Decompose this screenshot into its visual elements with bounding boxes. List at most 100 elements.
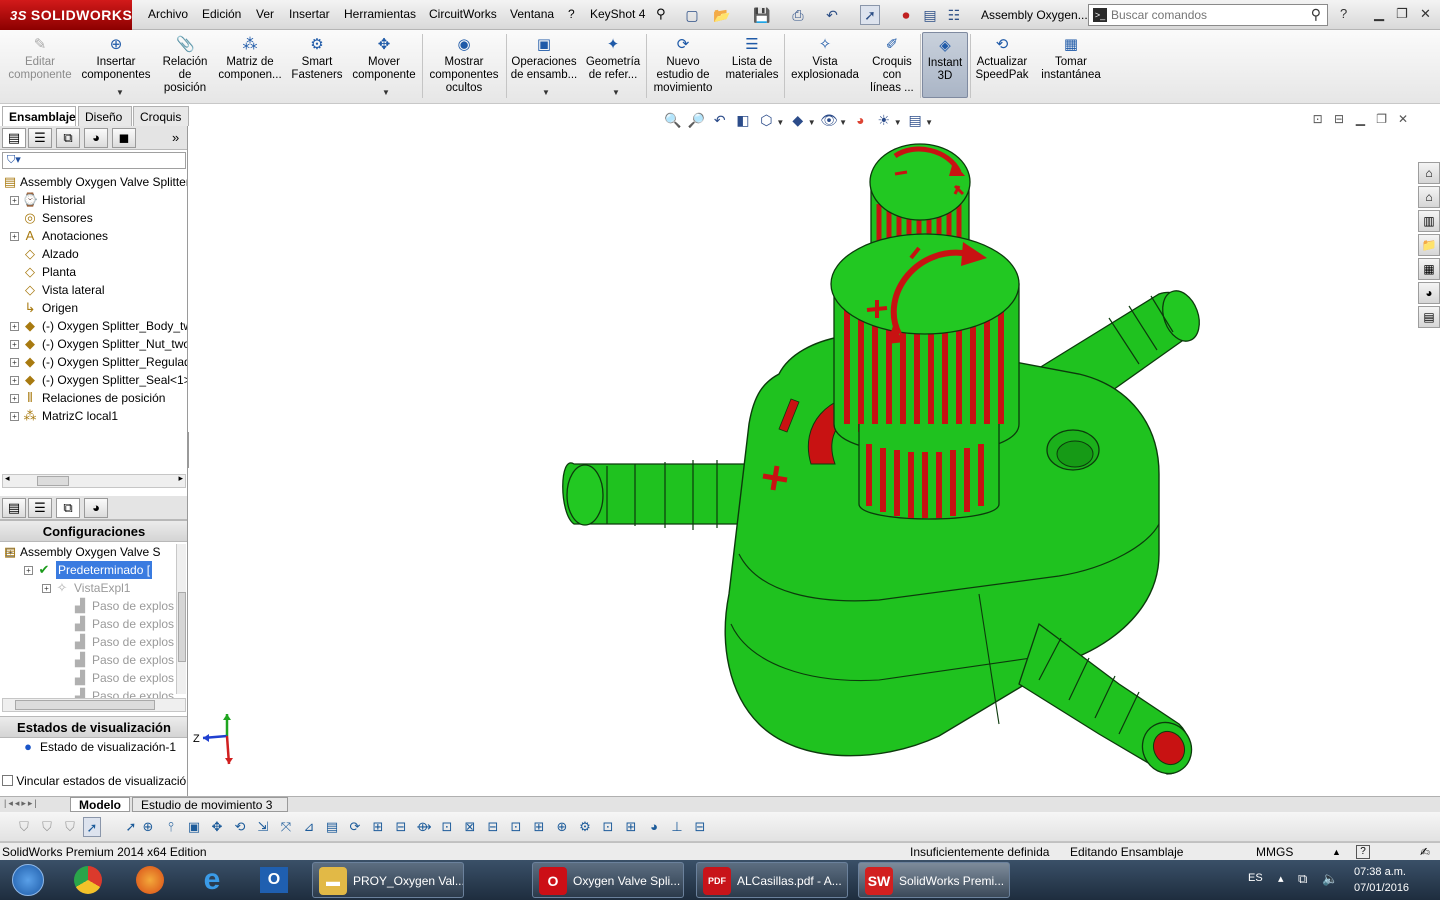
menu-item[interactable]: ? [568, 7, 575, 21]
filter-vertices-icon[interactable]: ⛉ [60, 817, 80, 837]
tray-expand-icon[interactable]: ▴ [1278, 872, 1284, 885]
select-filter-icon[interactable]: ⛉ [14, 817, 34, 837]
minimize-window-icon[interactable]: ▁ [1374, 6, 1384, 22]
config-hscroll-thumb[interactable] [15, 700, 155, 710]
config-horizontal-scrollbar[interactable] [2, 698, 186, 712]
command-move-component-button[interactable]: ✥ Mover componente [348, 36, 420, 82]
tree-item[interactable]: + ⁂ MatrizC local1 [0, 407, 187, 425]
command-speedpak-button[interactable]: ⟲ Actualizar SpeedPak [970, 36, 1034, 82]
mate-ref-icon[interactable]: ⊕ [138, 817, 158, 837]
configuration-manager-tab-icon[interactable]: ⧉ [56, 498, 80, 518]
view-palette-icon[interactable]: ▦ [1418, 258, 1440, 280]
taskbar-item[interactable]: PDF ALCasillas.pdf - A... [696, 862, 848, 898]
rebuild-icon[interactable]: ⏺ [896, 5, 916, 25]
tree-item[interactable]: + ▤ Assembly Oxygen Valve S [0, 543, 187, 561]
tree-item[interactable]: ◎ Sensores [0, 209, 187, 227]
taskbar-item[interactable]: SW SolidWorks Premi... [858, 862, 1010, 898]
tab-ensamblaje[interactable]: Ensamblaje [2, 106, 76, 126]
feature-tree-filter[interactable]: ⛉▾ [2, 152, 186, 169]
tree-item[interactable]: + ✧ VistaExpl1 [0, 579, 187, 597]
command-bom-button[interactable]: ☰ Lista de materiales [722, 36, 782, 82]
restore-window-icon[interactable]: ❐ [1396, 6, 1408, 22]
close-window-icon[interactable]: ✕ [1420, 6, 1431, 22]
mass-properties-icon[interactable]: ▤ [322, 817, 342, 837]
tree-item[interactable]: ↳ Origen [0, 299, 187, 317]
tree-item[interactable]: ▟ Paso de explos [0, 651, 187, 669]
save-icon[interactable]: 💾 [752, 5, 772, 25]
menu-item[interactable]: Archivo [148, 7, 188, 21]
tree-item[interactable]: ▤ Assembly Oxygen Valve Splitter [0, 173, 187, 191]
tree-item[interactable]: ▟ Paso de explos [0, 633, 187, 651]
network-icon[interactable]: ⧉ [1298, 871, 1307, 887]
tree-item[interactable]: + A Anotaciones [0, 227, 187, 245]
menu-item[interactable]: Insertar [289, 7, 330, 21]
rebuild-icon[interactable]: ⟳ [345, 817, 365, 837]
config-scroll-thumb[interactable] [178, 592, 186, 662]
internet-explorer-icon[interactable]: e [186, 862, 238, 898]
command-assembly-features-button[interactable]: ▣ Operaciones de ensamb... [508, 36, 580, 82]
dropdown-arrow-icon[interactable]: ▼ [612, 88, 620, 97]
graphics-area[interactable]: 🔍 🔎 ↶ ◧ ⬡ ▼ ◆ ▼ 👁▼ ◕ ☀ ▼ ▤ ▼ ⊡ ⊟ ▁ ❐ ✕ Z [189, 104, 1418, 796]
rotate-icon[interactable]: ⟲ [230, 817, 250, 837]
command-insert-components-button[interactable]: ⊕ Insertar componentes [80, 36, 152, 82]
doc-restore-icon[interactable]: ❐ [1373, 112, 1391, 126]
bottom-tab-1[interactable]: Estudio de movimiento 3 [132, 797, 288, 812]
expand-toggle-icon[interactable]: + [10, 358, 19, 367]
dropdown-arrow-icon[interactable]: ▼ [382, 88, 390, 97]
link-display-states-option[interactable]: Vincular estados de visualización [2, 774, 187, 788]
language-indicator[interactable]: ES [1248, 872, 1263, 884]
display-state-item[interactable]: ● Estado de visualización-1 [0, 738, 187, 756]
property-manager-tab-icon[interactable]: ☰ [28, 498, 52, 518]
feature-manager-tab-icon[interactable]: ▤ [2, 498, 26, 518]
status-pen-icon[interactable]: ✍ [1420, 843, 1430, 861]
scroll-right-icon[interactable]: ▸ [178, 473, 183, 484]
pin-menu-icon[interactable]: ⚲ [656, 6, 666, 22]
expand-toggle-icon[interactable]: + [10, 412, 19, 421]
valve-splitter-model[interactable] [359, 124, 1259, 794]
clearance-icon[interactable]: ⤧ [276, 817, 296, 837]
expand-toggle-icon[interactable]: + [10, 322, 19, 331]
config-vertical-scrollbar[interactable] [176, 544, 186, 694]
file-explorer-icon[interactable]: 📁 [1418, 234, 1440, 256]
mirror-icon[interactable]: ⊟ [483, 817, 503, 837]
move-icon[interactable]: ✥ [207, 817, 227, 837]
home-icon[interactable]: ⌂ [1418, 186, 1440, 208]
show-icon[interactable]: ⊞ [621, 817, 641, 837]
search-input[interactable] [1111, 7, 1301, 23]
solidworks-resources-icon[interactable]: ⌂ [1418, 162, 1440, 184]
appearances-icon[interactable]: ◕ [1418, 282, 1440, 304]
tree-item[interactable]: + ◆ (-) Oxygen Splitter_Seal<1> [0, 371, 187, 389]
expand-tabs-icon[interactable]: » [172, 130, 179, 145]
status-units[interactable]: MMGS [1256, 843, 1293, 861]
dropdown-arrow-icon[interactable]: ▼ [116, 88, 124, 97]
start-button-icon[interactable] [0, 862, 56, 898]
reference-icon[interactable]: ⊕ [552, 817, 572, 837]
command-instant3d-button[interactable]: ◈ Instant 3D [922, 32, 968, 98]
options-icon[interactable]: ☷ [944, 5, 964, 25]
tab-diseño[interactable]: Diseño [78, 106, 132, 126]
menu-item[interactable]: Ver [256, 7, 274, 21]
scroll-left-icon[interactable]: ◂ [5, 473, 10, 484]
viewport-link-icon[interactable]: ⊟ [1330, 112, 1348, 126]
tree-item[interactable]: ▟ Paso de explos [0, 615, 187, 633]
design-library-icon[interactable]: ▥ [1418, 210, 1440, 232]
search-icon[interactable]: ⚲ [1311, 6, 1321, 23]
expand-toggle-icon[interactable]: + [10, 340, 19, 349]
clock-time[interactable]: 07:38 a.m. [1354, 866, 1406, 878]
bottom-tab-0[interactable]: Modelo [70, 797, 130, 812]
solidworks-logo[interactable]: 3S SOLIDWORKS [0, 0, 132, 30]
command-exploded-view-button[interactable]: ✧ Vista explosionada [786, 36, 864, 82]
dropdown-arrow-icon[interactable]: ▼ [542, 88, 550, 97]
circular-pattern-icon[interactable]: ⊞ [529, 817, 549, 837]
command-motion-study-button[interactable]: ⟳ Nuevo estudio de movimiento [648, 36, 718, 95]
open-icon[interactable]: 📂 [712, 5, 732, 25]
file-properties-icon[interactable]: ▤ [920, 5, 940, 25]
units-dropdown-icon[interactable]: ▲ [1332, 843, 1341, 861]
menu-item[interactable]: CircuitWorks [429, 7, 497, 21]
insert-part-icon[interactable]: ▣ [184, 817, 204, 837]
toolbox-icon[interactable]: ⊟ [690, 817, 710, 837]
command-pattern-button[interactable]: ⁂ Matriz de componen... [214, 36, 286, 82]
menu-item[interactable]: KeyShot 4 [590, 7, 645, 21]
tree-item[interactable]: + ⫴ Relaciones de posición [0, 389, 187, 407]
linear-pattern-icon[interactable]: ⊡ [506, 817, 526, 837]
